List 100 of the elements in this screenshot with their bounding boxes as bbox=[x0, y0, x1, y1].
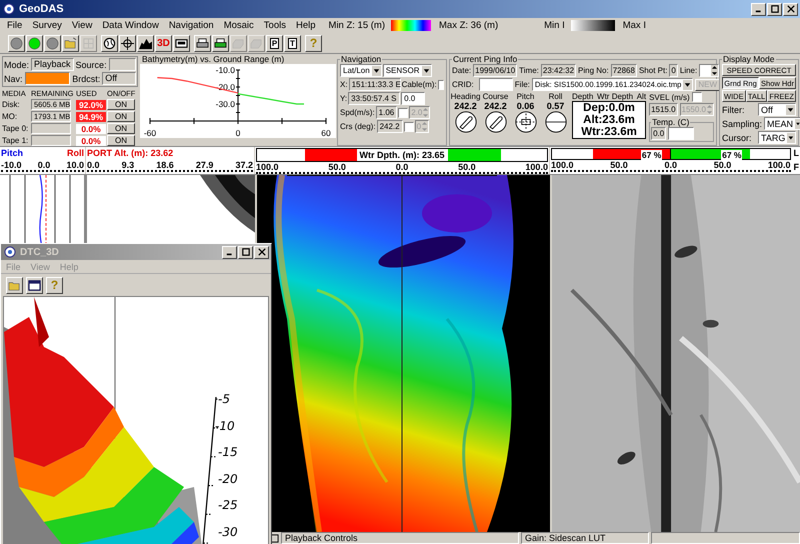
caret-icon[interactable] bbox=[787, 132, 795, 142]
used-percent: 92.0% bbox=[76, 100, 106, 110]
field-label: Crs (deg): bbox=[340, 122, 376, 131]
caret-icon[interactable] bbox=[786, 104, 795, 114]
gauge-value: 242.2 bbox=[454, 101, 477, 111]
on-off-button[interactable]: ON bbox=[107, 123, 135, 134]
water-depth-label: Wtr Dpth. (m): 23.65 bbox=[356, 148, 448, 162]
menu-item[interactable]: Mosaic bbox=[218, 20, 259, 31]
toolbar-button[interactable]: T bbox=[284, 34, 301, 52]
x-coordinate-field: 151:11:33.3 E bbox=[348, 78, 401, 91]
chart-title: Bathymetry(m) vs. Ground Range (m) bbox=[141, 54, 286, 64]
field-label: Line: bbox=[680, 66, 698, 75]
option-dropdown[interactable]: MEAN bbox=[764, 117, 800, 130]
roll-dial-icon bbox=[544, 111, 566, 133]
scale-tick-label: 100.0 bbox=[768, 160, 790, 170]
group-title: Current Ping Info bbox=[452, 54, 518, 64]
maximize-button[interactable] bbox=[767, 2, 782, 16]
scale-tick-label: 100.0 bbox=[551, 160, 574, 170]
spin-arrows-icon[interactable] bbox=[711, 65, 718, 76]
temperature-input[interactable] bbox=[668, 127, 694, 140]
used-percent: 0.0% bbox=[76, 136, 106, 146]
gain-percent: 67 % bbox=[721, 150, 742, 160]
column-header: Depth bbox=[572, 92, 594, 101]
maximize-icon[interactable] bbox=[770, 5, 778, 13]
on-off-button[interactable]: ON bbox=[107, 111, 135, 122]
checkbox[interactable] bbox=[438, 80, 444, 90]
field-label: X: bbox=[340, 80, 348, 89]
menu-item[interactable]: Help bbox=[290, 20, 321, 31]
gauge-value: 0.57 bbox=[546, 101, 564, 111]
menu-item[interactable]: Data Window bbox=[97, 20, 164, 31]
x-tick-label: -60 bbox=[144, 128, 156, 138]
media-name: Tape 1: bbox=[2, 136, 30, 145]
caret-icon[interactable] bbox=[795, 118, 800, 128]
heading-dial-icon bbox=[454, 111, 476, 133]
scale-tick-label: -10.0 bbox=[1, 160, 22, 170]
close-icon[interactable] bbox=[786, 5, 794, 13]
menu-item[interactable]: File bbox=[2, 20, 28, 31]
field-label: Ping No: bbox=[578, 66, 609, 75]
broadcast-field: Off bbox=[102, 72, 136, 85]
window-title: GeoDAS bbox=[19, 3, 64, 15]
depth-readout: Alt:23.6m bbox=[583, 114, 635, 126]
scale-tick-label: 0.0 bbox=[87, 160, 100, 170]
menu-item[interactable]: View bbox=[66, 20, 98, 31]
field-label: Sampling: bbox=[722, 118, 762, 128]
field-label: File: bbox=[514, 80, 530, 89]
cable-field[interactable]: 0.0 bbox=[401, 92, 426, 105]
scale-tick-label: 0.0 bbox=[396, 162, 408, 172]
sound-velocity-field: 1515.0 bbox=[649, 103, 678, 116]
scale-tick-label: 50.0 bbox=[458, 162, 476, 172]
scale-tick-label: 50.0 bbox=[328, 162, 346, 172]
scale-tick-label: 100.0 bbox=[525, 162, 548, 172]
media-name: MO: bbox=[2, 112, 18, 121]
scale-tick-label: 100.0 bbox=[256, 162, 279, 172]
option-dropdown[interactable]: Off bbox=[758, 103, 796, 116]
caret-icon[interactable] bbox=[683, 80, 692, 90]
side-label: L bbox=[794, 148, 799, 158]
scale-tick-label: 18.6 bbox=[156, 160, 174, 170]
depth-color-scale bbox=[391, 20, 432, 31]
field-label: Mode: bbox=[4, 60, 30, 70]
y-coordinate-field: 33:50:57.4 S bbox=[348, 92, 400, 105]
field-label: Date: bbox=[452, 66, 472, 75]
menu-item[interactable]: Navigation bbox=[164, 20, 219, 31]
field-label: Filter: bbox=[722, 104, 744, 114]
crid-field[interactable] bbox=[478, 78, 513, 91]
gauge-label: Pitch bbox=[516, 92, 534, 101]
column-header: Wtr Depth bbox=[597, 92, 634, 101]
on-off-button[interactable]: ON bbox=[107, 99, 135, 110]
coordinate-dropdown[interactable]: Lat/Lon bbox=[340, 64, 382, 77]
scale-tick-label: 50.0 bbox=[610, 160, 628, 170]
legend-label: Min Z: 15 (m) bbox=[328, 20, 386, 31]
x-tick-label: 0 bbox=[236, 128, 240, 138]
gauge-value: 0.06 bbox=[516, 101, 534, 111]
column-header: Alt bbox=[636, 92, 646, 101]
line-spinner[interactable] bbox=[699, 64, 720, 77]
ping-number-field: 72868 bbox=[610, 64, 637, 77]
intensity-scale-bar bbox=[570, 20, 615, 31]
scale-tick-label: 10.0 bbox=[66, 160, 84, 170]
gauge-label: Course bbox=[482, 92, 508, 101]
field-label: Cursor: bbox=[722, 132, 752, 142]
menu-item[interactable]: Tools bbox=[258, 20, 291, 31]
mode-field: Playback bbox=[31, 58, 74, 71]
toolbar-button[interactable]: P bbox=[266, 34, 283, 52]
x-tick-label: 60 bbox=[321, 128, 331, 138]
option-dropdown[interactable]: TARG bbox=[758, 131, 796, 144]
scale-tick-label: 27.9 bbox=[196, 160, 214, 170]
caret-icon[interactable] bbox=[422, 66, 430, 76]
reference-dropdown[interactable]: SENSOR bbox=[382, 64, 432, 77]
scale-tick-label: 37.2 bbox=[235, 160, 253, 170]
field-label: Spd(m/s): bbox=[340, 108, 375, 117]
caret-icon[interactable] bbox=[372, 66, 381, 76]
legend-label: Max I bbox=[622, 20, 646, 31]
close-button[interactable] bbox=[783, 2, 798, 16]
field-label: Nav: bbox=[4, 74, 23, 84]
on-off-button[interactable]: ON bbox=[107, 135, 135, 146]
menu-item[interactable]: Survey bbox=[27, 20, 67, 31]
field-label: Shot Pt: bbox=[638, 66, 668, 75]
gain-percent: 67 % bbox=[640, 150, 662, 160]
minimize-button[interactable] bbox=[751, 2, 766, 16]
depth-profile-line bbox=[238, 93, 304, 105]
speed-field: 1.06 bbox=[376, 106, 398, 119]
